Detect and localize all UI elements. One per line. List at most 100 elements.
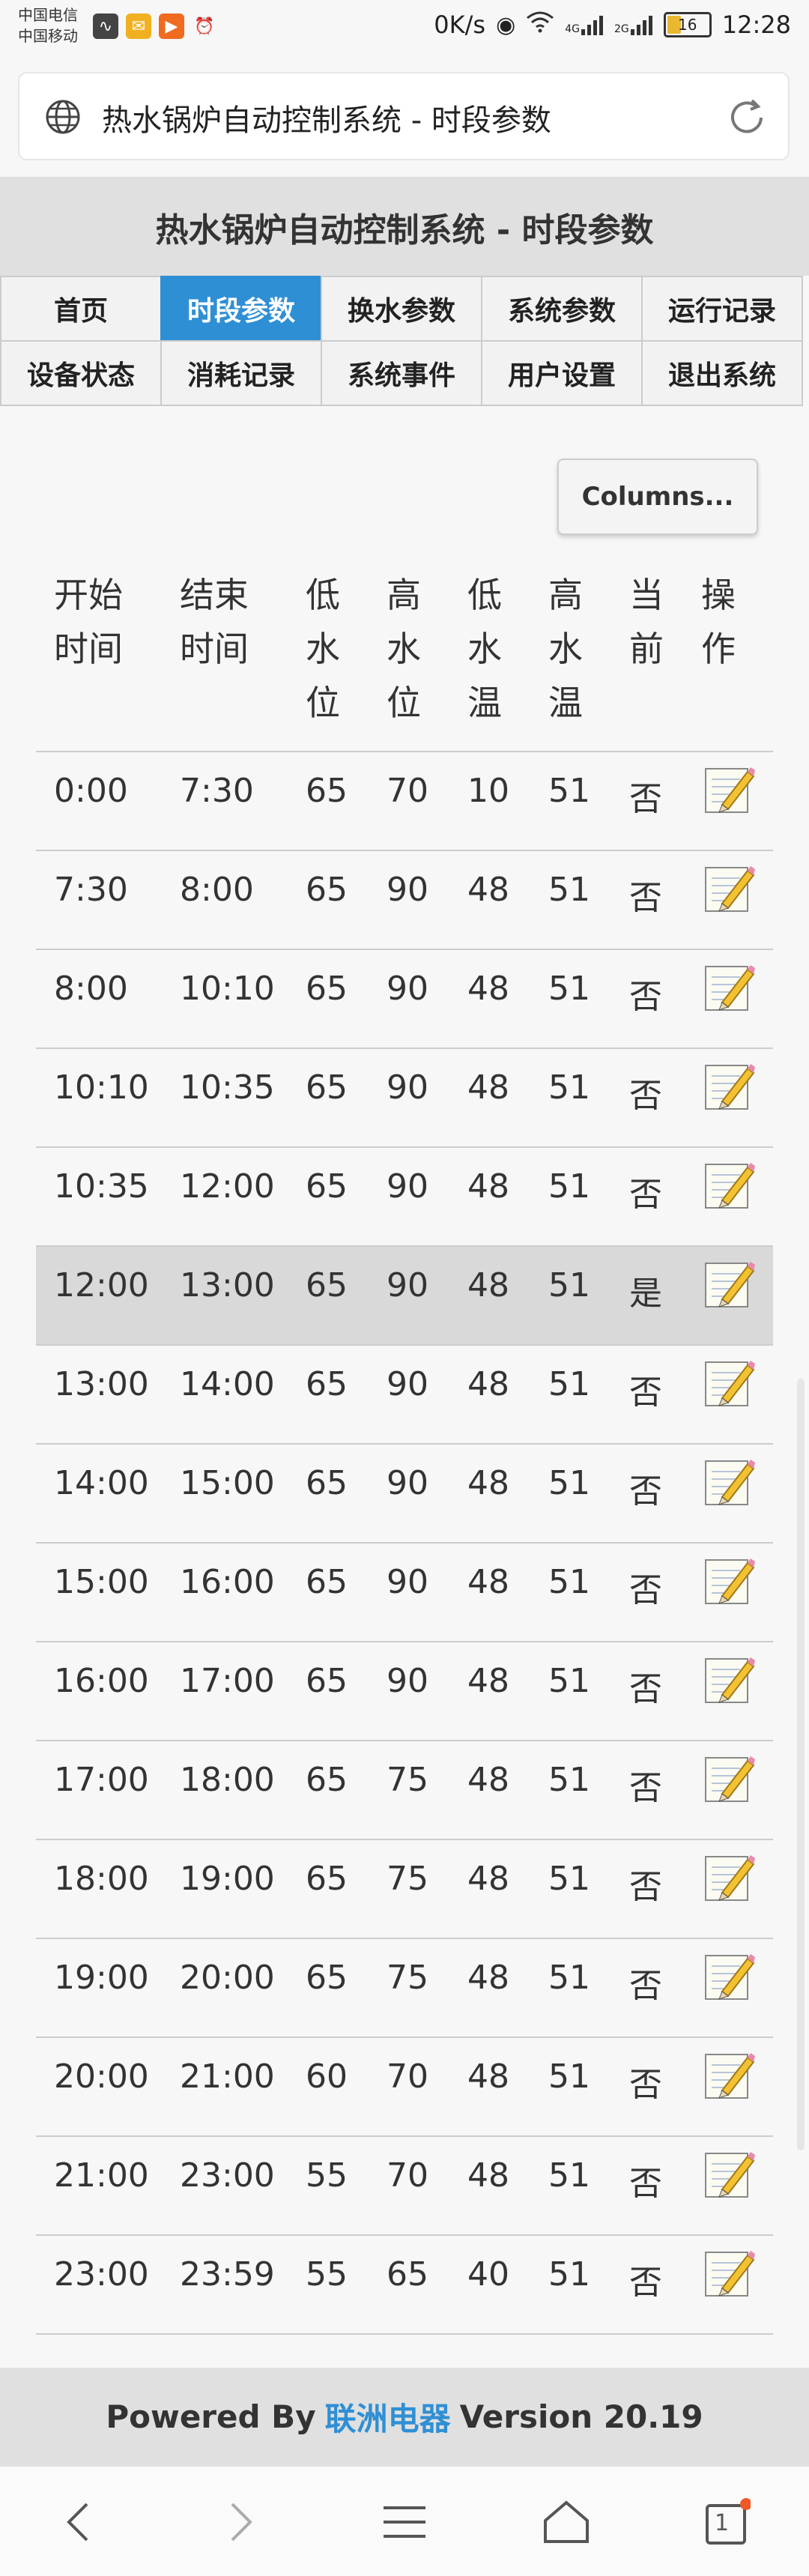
columns-button[interactable]: Columns... bbox=[557, 459, 758, 535]
table-row: 21:00 23:00 55 70 48 51 否 bbox=[36, 2137, 773, 2236]
edit-button[interactable] bbox=[692, 1939, 773, 2013]
cell-low-water-temp: 48 bbox=[467, 1761, 509, 1799]
cell-low-water-level: 55 bbox=[306, 2255, 348, 2294]
home-icon[interactable] bbox=[536, 2492, 596, 2552]
cell-high-water-temp: 51 bbox=[548, 2058, 590, 2096]
scrollbar[interactable] bbox=[797, 1379, 805, 2150]
nav-item-logout[interactable]: 退出系统 bbox=[641, 340, 803, 406]
table-row: 20:00 21:00 60 70 48 51 否 bbox=[36, 2038, 773, 2137]
cell-current: 否 bbox=[629, 1472, 662, 1511]
nav-item-consumption-records[interactable]: 消耗记录 bbox=[160, 340, 322, 406]
cell-end-time: 13:00 bbox=[180, 1266, 275, 1304]
table-row: 8:00 10:10 65 90 48 51 否 bbox=[36, 950, 773, 1049]
edit-button[interactable] bbox=[692, 2137, 773, 2211]
footer: Powered By 联洲电器 Version 20.19 bbox=[0, 2368, 809, 2465]
video-icon: ▶ bbox=[159, 13, 184, 39]
edit-icon bbox=[705, 2251, 755, 2297]
cell-high-water-level: 90 bbox=[387, 1365, 428, 1403]
cell-high-water-level: 90 bbox=[387, 1662, 428, 1700]
edit-button[interactable] bbox=[692, 1544, 773, 1618]
edit-button[interactable] bbox=[692, 1840, 773, 1914]
cell-high-water-level: 90 bbox=[387, 1068, 428, 1107]
cell-start-time: 14:00 bbox=[54, 1464, 149, 1502]
cell-high-water-temp: 51 bbox=[548, 970, 590, 1008]
address-bar[interactable]: 热水锅炉自动控制系统 - 时段参数 bbox=[18, 72, 790, 160]
edit-button[interactable] bbox=[692, 752, 773, 826]
edit-button[interactable] bbox=[692, 1346, 773, 1420]
cell-low-water-level: 65 bbox=[306, 1860, 348, 1898]
cell-low-water-level: 60 bbox=[306, 2058, 348, 2096]
edit-button[interactable] bbox=[692, 1247, 773, 1321]
nav-item-system-params[interactable]: 系统参数 bbox=[481, 276, 643, 342]
cell-end-time: 19:00 bbox=[180, 1860, 275, 1898]
nav-item-home[interactable]: 首页 bbox=[0, 276, 162, 342]
edit-button[interactable] bbox=[692, 2236, 773, 2310]
cell-end-time: 14:00 bbox=[180, 1365, 275, 1403]
table-row: 17:00 18:00 65 75 48 51 否 bbox=[36, 1741, 773, 1840]
cell-current: 否 bbox=[629, 879, 662, 917]
page-title: 热水锅炉自动控制系统 - 时段参数 bbox=[0, 178, 809, 276]
nav-item-user-settings[interactable]: 用户设置 bbox=[481, 340, 643, 406]
cell-current: 否 bbox=[629, 2066, 662, 2104]
cell-high-water-level: 90 bbox=[387, 1563, 428, 1601]
cell-high-water-temp: 51 bbox=[548, 2156, 590, 2195]
nav-item-system-events[interactable]: 系统事件 bbox=[321, 340, 482, 406]
nav-item-device-status[interactable]: 设备状态 bbox=[0, 340, 162, 406]
browser-bottom-nav: 1 bbox=[0, 2465, 809, 2576]
edit-icon bbox=[705, 965, 755, 1011]
edit-button[interactable] bbox=[692, 1148, 773, 1222]
table-row: 7:30 8:00 65 90 48 51 否 bbox=[36, 851, 773, 950]
cell-start-time: 20:00 bbox=[54, 2058, 149, 2096]
cell-start-time: 16:00 bbox=[54, 1662, 149, 1700]
table-row: 16:00 17:00 65 90 48 51 否 bbox=[36, 1642, 773, 1741]
edit-button[interactable] bbox=[692, 950, 773, 1024]
forward-icon[interactable] bbox=[211, 2492, 271, 2552]
table-body: 0:00 7:30 65 70 10 51 否 7:30 8:00 65 90 48 51 否 8:00 10… bbox=[36, 752, 773, 2335]
cell-low-water-level: 65 bbox=[306, 871, 348, 909]
edit-button[interactable] bbox=[692, 851, 773, 925]
edit-button[interactable] bbox=[692, 1445, 773, 1519]
cell-low-water-temp: 48 bbox=[467, 2156, 509, 2195]
edit-icon bbox=[705, 1558, 755, 1604]
cell-high-water-level: 90 bbox=[387, 871, 428, 909]
edit-button[interactable] bbox=[692, 2038, 773, 2112]
back-icon[interactable] bbox=[48, 2492, 108, 2552]
table-row: 10:10 10:35 65 90 48 51 否 bbox=[36, 1049, 773, 1148]
tabs-icon[interactable]: 1 bbox=[697, 2492, 757, 2552]
cell-end-time: 7:30 bbox=[180, 772, 254, 810]
nav-item-water-change-params[interactable]: 换水参数 bbox=[321, 276, 482, 342]
footer-brand[interactable]: 联洲电器 bbox=[325, 2394, 451, 2440]
cell-high-water-temp: 51 bbox=[548, 2255, 590, 2294]
header-low-water-temp: 低水温 bbox=[467, 575, 502, 723]
tab-count: 1 bbox=[715, 2510, 730, 2536]
cell-start-time: 10:35 bbox=[54, 1167, 149, 1206]
nav-item-run-records[interactable]: 运行记录 bbox=[641, 276, 803, 342]
edit-icon bbox=[705, 1855, 755, 1901]
table-row: 23:00 23:59 55 65 40 51 否 bbox=[36, 2236, 773, 2335]
status-right: 0K/s ◉ 4G 2G 16 12:28 bbox=[434, 10, 791, 39]
cell-start-time: 12:00 bbox=[54, 1266, 149, 1304]
table-row: 15:00 16:00 65 90 48 51 否 bbox=[36, 1544, 773, 1642]
cell-high-water-level: 70 bbox=[387, 772, 428, 810]
cell-high-water-temp: 51 bbox=[548, 1068, 590, 1107]
cell-high-water-level: 75 bbox=[387, 1959, 428, 1997]
cell-current: 否 bbox=[629, 1077, 662, 1115]
cell-current: 否 bbox=[629, 1967, 662, 2005]
reload-icon[interactable] bbox=[725, 96, 769, 139]
cell-low-water-level: 65 bbox=[306, 1266, 348, 1304]
carrier-labels: 中国电信 中国移动 bbox=[18, 4, 78, 46]
header-end-time: 结束 时间 bbox=[180, 575, 249, 669]
header-current: 当前 bbox=[629, 575, 664, 669]
cell-current: 否 bbox=[629, 2264, 662, 2302]
cell-start-time: 10:10 bbox=[54, 1068, 149, 1107]
edit-button[interactable] bbox=[692, 1741, 773, 1815]
menu-icon[interactable] bbox=[375, 2492, 434, 2552]
cell-low-water-level: 65 bbox=[306, 1167, 348, 1206]
cell-low-water-temp: 48 bbox=[467, 1860, 509, 1898]
cell-end-time: 10:10 bbox=[180, 970, 275, 1008]
signal-2g-icon: 2G bbox=[614, 14, 653, 35]
nav-item-period-params[interactable]: 时段参数 bbox=[160, 276, 322, 342]
cell-start-time: 19:00 bbox=[54, 1959, 149, 1997]
edit-button[interactable] bbox=[692, 1049, 773, 1123]
edit-button[interactable] bbox=[692, 1642, 773, 1717]
